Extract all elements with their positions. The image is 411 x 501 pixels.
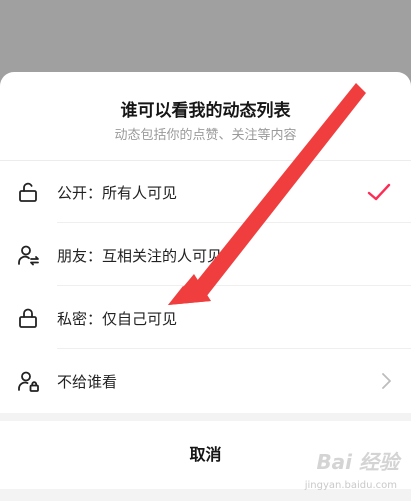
option-exclude[interactable]: 不给谁看 (0, 350, 411, 412)
mutual-follow-icon (16, 243, 40, 267)
row-divider (57, 222, 411, 223)
visibility-action-sheet: 谁可以看我的动态列表 动态包括你的点赞、关注等内容 公开：所有人可见 朋友：互相… (0, 72, 411, 501)
dimmed-background[interactable] (0, 0, 411, 76)
row-divider (57, 348, 411, 349)
chevron-right-icon (380, 372, 392, 390)
option-friends-label: 朋友：互相关注的人可见 (57, 247, 223, 265)
watermark-logo: Bai 经验 (316, 450, 399, 474)
option-private[interactable]: 私密：仅自己可见 (0, 287, 411, 349)
unlock-icon (16, 180, 40, 204)
option-private-label: 私密：仅自己可见 (57, 310, 178, 328)
sheet-subtitle: 动态包括你的点赞、关注等内容 (114, 128, 297, 143)
option-friends[interactable]: 朋友：互相关注的人可见 (0, 224, 411, 286)
option-exclude-label: 不给谁看 (57, 373, 118, 391)
lock-icon (16, 306, 40, 330)
user-lock-icon (16, 369, 40, 393)
checkmark-icon (366, 181, 392, 203)
watermark-url: jingyan.baidu.com (304, 480, 397, 491)
row-divider (57, 285, 411, 286)
sheet-title: 谁可以看我的动态列表 (120, 101, 291, 121)
option-public[interactable]: 公开：所有人可见 (0, 161, 411, 223)
watermark: Bai 经验 jingyan.baidu.com (283, 446, 403, 496)
section-gap (0, 413, 411, 421)
option-public-label: 公开：所有人可见 (57, 184, 178, 202)
